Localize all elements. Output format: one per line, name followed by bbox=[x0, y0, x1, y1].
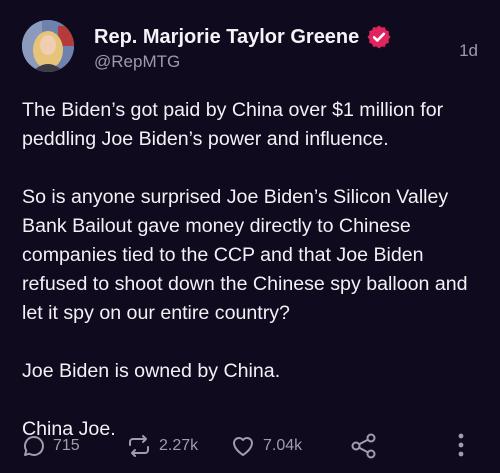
author-handle[interactable]: @RepMTG bbox=[94, 52, 180, 72]
post-text-paragraph: Joe Biden is owned by China. bbox=[22, 360, 281, 382]
share-icon bbox=[350, 433, 378, 459]
more-icon bbox=[455, 433, 467, 463]
post-text-paragraph: So is anyone surprised Joe Biden’s Silic… bbox=[22, 186, 468, 324]
action-bar: 715 2.27k 7.04k bbox=[0, 430, 500, 462]
reply-icon bbox=[22, 434, 46, 458]
repost-button[interactable]: 2.27k bbox=[126, 430, 198, 462]
post: Rep. Marjorie Taylor Greene @RepMTG 1d T… bbox=[0, 0, 500, 472]
repost-icon bbox=[126, 434, 152, 458]
reply-button[interactable]: 715 bbox=[22, 430, 80, 462]
like-button[interactable]: 7.04k bbox=[230, 430, 302, 462]
verified-icon bbox=[367, 25, 391, 49]
author-display-name[interactable]: Rep. Marjorie Taylor Greene bbox=[94, 26, 359, 49]
repost-count: 2.27k bbox=[159, 437, 199, 454]
post-text-paragraph: The Biden’s got paid by China over $1 mi… bbox=[22, 99, 444, 150]
avatar[interactable] bbox=[22, 20, 74, 72]
post-timestamp[interactable]: 1d bbox=[459, 41, 478, 61]
like-icon bbox=[230, 434, 256, 458]
reply-count: 715 bbox=[53, 437, 80, 454]
like-count: 7.04k bbox=[263, 437, 303, 454]
post-body: The Biden’s got paid by China over $1 mi… bbox=[22, 96, 482, 473]
more-options-button[interactable] bbox=[455, 431, 467, 464]
share-button[interactable] bbox=[350, 430, 378, 462]
